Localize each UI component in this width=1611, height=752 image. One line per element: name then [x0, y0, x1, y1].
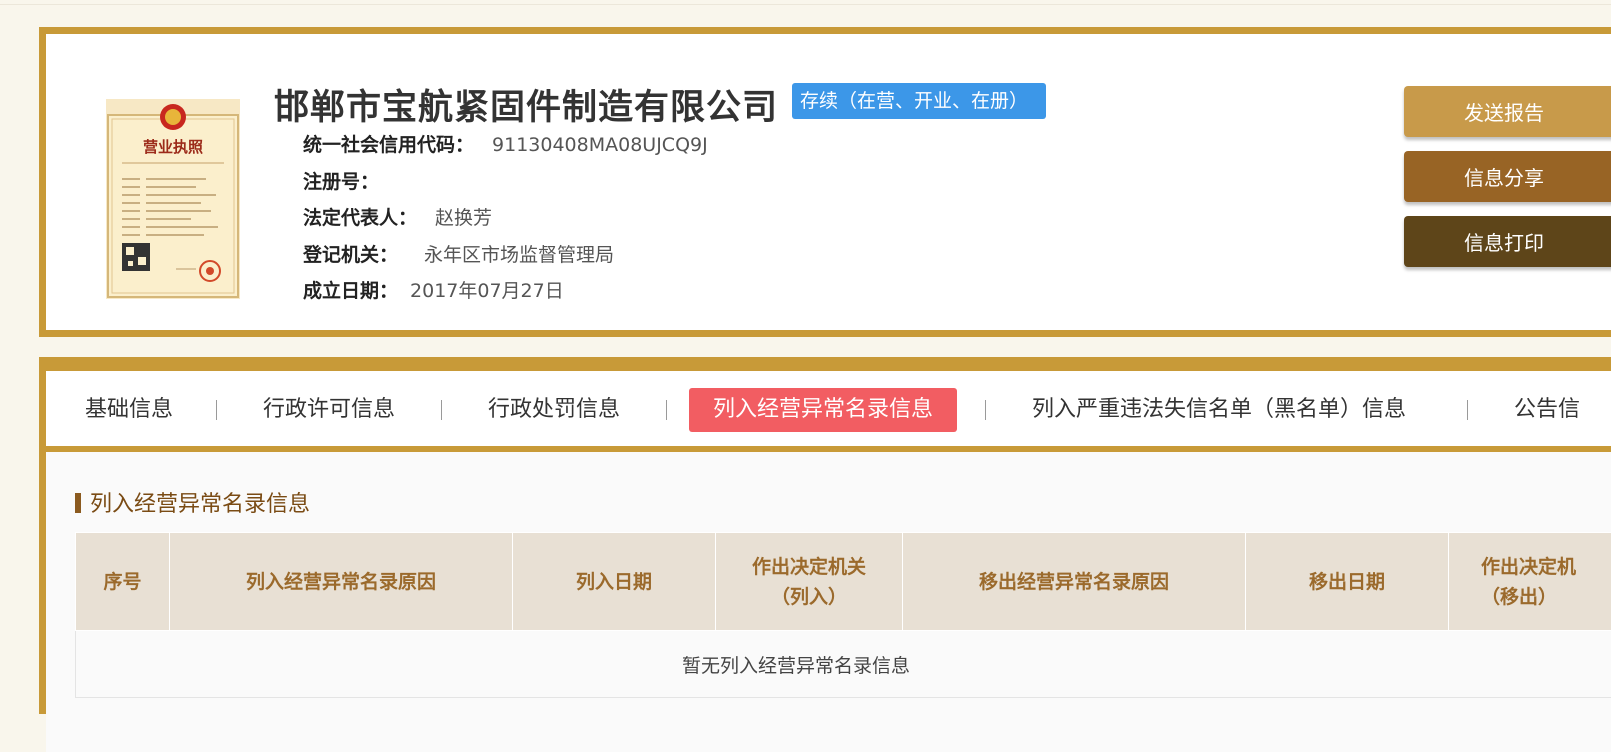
- tab-content: 列入经营异常名录信息 序号 列入经营异常名录原因 列入日期 作出决定机关 （列入…: [46, 452, 1611, 752]
- info-credit-code: 统一社会信用代码： 91130408MA08UJCQ9J: [303, 130, 708, 157]
- tab-separator: [1467, 400, 1468, 420]
- info-label: 法定代表人：: [303, 207, 417, 229]
- column-header: 列入经营异常名录原因: [170, 533, 513, 631]
- print-info-button[interactable]: 信息打印: [1404, 216, 1611, 267]
- column-header: 序号: [76, 533, 170, 631]
- info-label: 统一社会信用代码：: [303, 134, 474, 156]
- info-value: 91130408MA08UJCQ9J: [492, 134, 708, 156]
- business-license-image[interactable]: 营业执照: [106, 99, 240, 299]
- tab-separator: [216, 400, 217, 420]
- column-header: 移出日期: [1246, 533, 1449, 631]
- tab-separator: [441, 400, 442, 420]
- abnormal-records-table: 序号 列入经营异常名录原因 列入日期 作出决定机关 （列入） 移出经营异常名录原…: [75, 532, 1611, 698]
- tab-abnormal-operation[interactable]: 列入经营异常名录信息: [689, 388, 957, 432]
- section-title: 列入经营异常名录信息: [75, 486, 310, 518]
- info-label: 成立日期：: [303, 280, 398, 302]
- info-reg-authority: 登记机关： 永年区市场监督管理局: [303, 240, 614, 267]
- info-legal-rep: 法定代表人： 赵换芳: [303, 203, 492, 230]
- info-founded-date: 成立日期： 2017年07月27日: [303, 276, 564, 303]
- column-header: 列入日期: [513, 533, 716, 631]
- tab-basic-info[interactable]: 基础信息: [85, 388, 173, 432]
- info-value: 2017年07月27日: [410, 280, 564, 302]
- info-label: 注册号：: [303, 171, 379, 193]
- top-divider: [0, 4, 1611, 5]
- details-card: 基础信息 行政许可信息 行政处罚信息 列入经营异常名录信息 列入严重违法失信名单…: [39, 357, 1611, 714]
- share-info-button[interactable]: 信息分享: [1404, 151, 1611, 202]
- company-header-card: 营业执照 邯郸市宝航紧固件制造有限公司 存续（在营、开业、在册） 统一社会信用代…: [39, 27, 1611, 337]
- section-marker: [75, 493, 81, 513]
- column-header: 作出决定机 （移出）: [1449, 533, 1611, 631]
- tab-separator: [985, 400, 986, 420]
- info-value: 永年区市场监督管理局: [424, 244, 614, 266]
- license-title: 营业执照: [143, 138, 203, 156]
- section-title-text: 列入经营异常名录信息: [90, 492, 310, 517]
- empty-message: 暂无列入经营异常名录信息: [76, 631, 1611, 698]
- table-header-row: 序号 列入经营异常名录原因 列入日期 作出决定机关 （列入） 移出经营异常名录原…: [76, 533, 1611, 631]
- tab-bar: 基础信息 行政许可信息 行政处罚信息 列入经营异常名录信息 列入严重违法失信名单…: [46, 371, 1611, 446]
- tab-blacklist[interactable]: 列入严重违法失信名单（黑名单）信息: [1032, 388, 1406, 432]
- info-value: 赵换芳: [435, 207, 492, 229]
- tab-admin-license[interactable]: 行政许可信息: [263, 388, 395, 432]
- company-name: 邯郸市宝航紧固件制造有限公司: [274, 79, 778, 130]
- info-label: 登记机关：: [303, 244, 398, 266]
- table-row: 暂无列入经营异常名录信息: [76, 631, 1611, 698]
- tab-announcement[interactable]: 公告信: [1514, 388, 1580, 432]
- column-header: 作出决定机关 （列入）: [716, 533, 903, 631]
- tab-separator: [666, 400, 667, 420]
- send-report-button[interactable]: 发送报告: [1404, 86, 1611, 137]
- status-badge: 存续（在营、开业、在册）: [792, 83, 1046, 119]
- info-reg-number: 注册号：: [303, 167, 379, 194]
- column-header: 移出经营异常名录原因: [903, 533, 1246, 631]
- tab-admin-penalty[interactable]: 行政处罚信息: [488, 388, 620, 432]
